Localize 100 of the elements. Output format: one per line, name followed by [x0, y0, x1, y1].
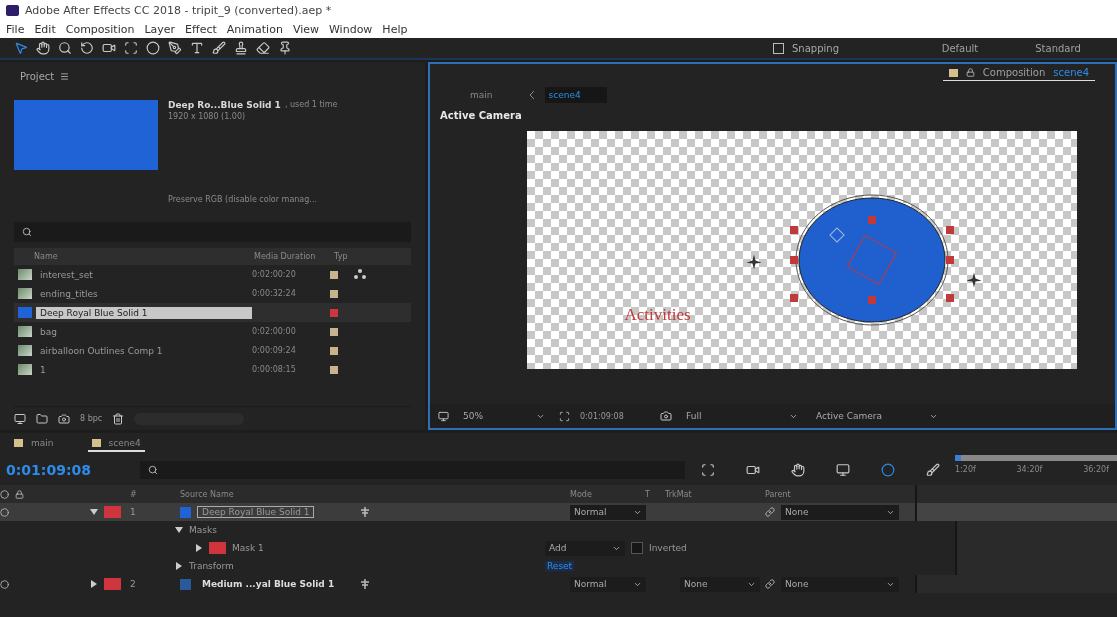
composition-icon: [18, 269, 32, 280]
menu-item[interactable]: Animation: [226, 22, 283, 36]
property-group-name[interactable]: Transform: [189, 561, 234, 571]
media-duration: 0:02:00:20: [252, 270, 297, 279]
composition-canvas[interactable]: Activities: [526, 131, 1077, 369]
menu-icon[interactable]: [60, 71, 70, 81]
search-field[interactable]: [140, 461, 685, 479]
search-field[interactable]: [14, 222, 411, 242]
hand-icon[interactable]: [36, 41, 50, 55]
label-swatch[interactable]: [330, 365, 338, 374]
menu-item[interactable]: Window: [329, 22, 373, 36]
layer-number: 1: [130, 507, 136, 517]
stamp-icon[interactable]: [234, 41, 248, 55]
search-icon[interactable]: [58, 41, 72, 55]
collapsed-triangle-icon[interactable]: [90, 580, 98, 588]
pin-icon[interactable]: [278, 41, 292, 55]
menu-item[interactable]: Edit: [34, 22, 56, 36]
reset-link[interactable]: Reset: [545, 561, 575, 571]
project-item[interactable]: interest_set 0:02:00:20: [14, 265, 411, 284]
parent-dropdown[interactable]: None: [781, 504, 899, 520]
column-header[interactable]: Parent: [765, 489, 791, 499]
layer-row[interactable]: 1 Deep Royal Blue Solid 1 Normal None: [0, 503, 1117, 521]
rotate-icon[interactable]: [80, 41, 94, 55]
layer-name[interactable]: Medium ...yal Blue Solid 1: [197, 578, 340, 590]
timeline-tab[interactable]: main: [10, 436, 58, 452]
mask-color-swatch[interactable]: [209, 542, 226, 554]
label-swatch[interactable]: [330, 270, 338, 279]
window-title: Adobe After Effects CC 2018 - tripit_9 (converted).aep *: [25, 3, 332, 17]
collapsed-triangle-icon[interactable]: [175, 562, 183, 570]
project-item[interactable]: 1 0:00:08:15: [14, 360, 411, 379]
type-icon[interactable]: [190, 41, 204, 55]
property-group-name[interactable]: Masks: [189, 525, 217, 535]
snapshot-icon[interactable]: [660, 410, 672, 422]
expanded-triangle-icon[interactable]: [175, 526, 183, 534]
zoom-dropdown[interactable]: 50%: [459, 408, 549, 424]
pointer-icon[interactable]: [14, 41, 28, 55]
label-swatch[interactable]: [104, 578, 121, 590]
current-time[interactable]: 0:01:09:08: [0, 462, 140, 478]
media-duration: 0:00:08:15: [252, 365, 297, 374]
parent-dropdown[interactable]: None: [781, 576, 899, 592]
camera-icon[interactable]: [102, 41, 116, 55]
column-header[interactable]: Typ: [334, 252, 374, 261]
brush-icon[interactable]: [212, 41, 226, 55]
label-swatch[interactable]: [330, 308, 338, 317]
menu-item[interactable]: Layer: [144, 22, 176, 36]
trkmat-dropdown[interactable]: None: [680, 576, 760, 592]
inverted-checkbox[interactable]: [631, 542, 643, 554]
snapping-checkbox[interactable]: [773, 42, 784, 54]
workspace-tab[interactable]: Default: [915, 42, 1005, 54]
label-swatch[interactable]: [330, 327, 338, 336]
eraser-icon[interactable]: [256, 41, 270, 55]
column-header[interactable]: T: [645, 489, 650, 499]
layer-row[interactable]: 2 Medium ...yal Blue Solid 1 Normal None None: [0, 575, 1117, 593]
composition-icon: [18, 345, 32, 356]
column-header[interactable]: Name: [34, 252, 254, 261]
mode-dropdown[interactable]: Normal: [570, 576, 646, 592]
project-item[interactable]: Deep Royal Blue Solid 1: [14, 303, 411, 322]
resolution-dropdown[interactable]: Full: [682, 408, 802, 424]
menu-item[interactable]: Composition: [65, 22, 135, 36]
pen-icon[interactable]: [168, 41, 182, 55]
collapsed-triangle-icon[interactable]: [195, 544, 203, 552]
ellipse-icon[interactable]: [146, 41, 160, 55]
camera-dropdown[interactable]: Active Camera: [812, 408, 942, 424]
menu-item[interactable]: Help: [382, 22, 408, 36]
panel-title: Project: [20, 70, 55, 82]
menu-item[interactable]: View: [292, 22, 319, 36]
workspace-tab[interactable]: Standard: [1013, 42, 1103, 54]
bit-depth-button[interactable]: 8 bpc: [80, 414, 103, 423]
project-item[interactable]: ending_titles 0:00:32:24: [14, 284, 411, 303]
column-header[interactable]: Mode: [570, 489, 592, 499]
menu-item[interactable]: File: [6, 22, 25, 36]
timeline-tab[interactable]: scene4: [87, 436, 145, 452]
composition-tab[interactable]: Composition scene4: [942, 67, 1095, 81]
media-duration: 0:00:09:24: [252, 346, 297, 355]
column-header[interactable]: #: [130, 489, 137, 499]
current-time[interactable]: 0:01:09:08: [580, 411, 650, 421]
layer-name[interactable]: Deep Royal Blue Solid 1: [197, 506, 315, 518]
color-note: Preserve RGB (disable color manag...: [168, 195, 318, 204]
menu-item[interactable]: Effect: [185, 22, 217, 36]
layer-number: 2: [130, 579, 136, 589]
project-item[interactable]: airballoon Outlines Comp 1 0:00:09:24: [14, 341, 411, 360]
column-header[interactable]: Media Duration: [254, 252, 334, 261]
folder-icon[interactable]: [36, 412, 48, 425]
column-header[interactable]: TrkMat: [665, 489, 692, 499]
label-swatch[interactable]: [330, 346, 338, 355]
mode-dropdown[interactable]: Normal: [570, 504, 646, 520]
expanded-triangle-icon[interactable]: [90, 508, 98, 516]
mask-mode-dropdown[interactable]: Add: [545, 540, 625, 556]
lock-icon[interactable]: [15, 489, 24, 499]
project-item[interactable]: bag 0:02:00:00: [14, 322, 411, 341]
label-swatch[interactable]: [104, 506, 121, 518]
label-swatch[interactable]: [330, 289, 338, 298]
breadcrumb-item[interactable]: scene4: [544, 87, 607, 103]
column-header[interactable]: Source Name: [180, 489, 234, 499]
canvas-text: Activities: [624, 305, 691, 325]
composition-icon: [18, 364, 32, 375]
composition-icon: [354, 268, 366, 279]
breadcrumb-item[interactable]: main: [466, 87, 519, 103]
mask-name[interactable]: Mask 1: [232, 543, 264, 553]
trash-icon[interactable]: [112, 412, 125, 425]
